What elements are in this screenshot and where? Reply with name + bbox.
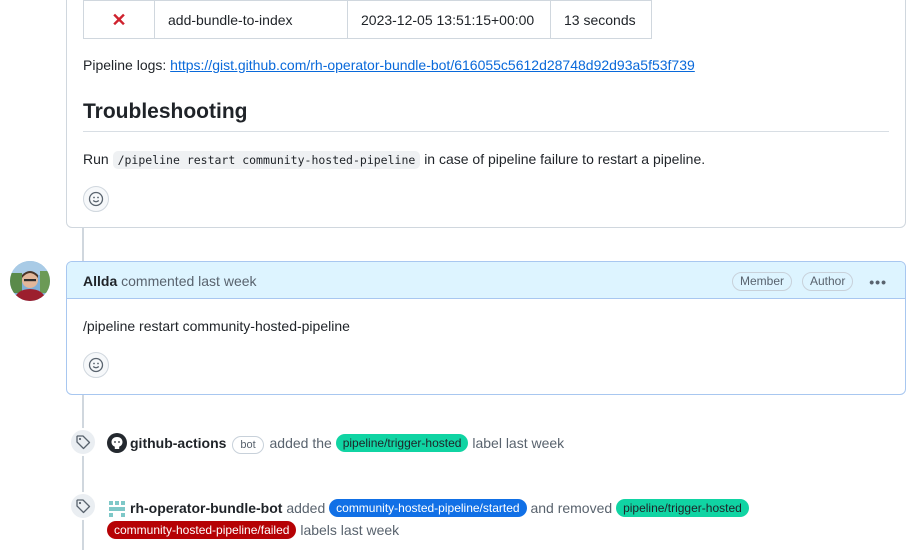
smiley-icon — [88, 357, 104, 373]
smiley-icon — [88, 191, 104, 207]
x-mark-icon: ✕ — [111, 9, 127, 30]
add-reaction-button[interactable] — [83, 186, 109, 212]
bot-badge: bot — [232, 436, 264, 454]
kebab-menu-icon[interactable]: ••• — [869, 274, 887, 290]
avatar[interactable] — [10, 261, 50, 301]
event-timestamp[interactable]: label last week — [472, 435, 564, 451]
member-badge: Member — [732, 272, 793, 291]
bundle-bot-avatar[interactable] — [107, 498, 127, 518]
label-community-hosted-pipeline-started[interactable]: community-hosted-pipeline/started — [329, 499, 527, 517]
author-badge: Author — [802, 272, 854, 291]
event-actor[interactable]: rh-operator-bundle-bot — [130, 500, 282, 516]
pipeline-logs-link[interactable]: https://gist.github.com/rh-operator-bund… — [170, 57, 695, 73]
pipeline-logs-line: Pipeline logs: https://gist.github.com/r… — [83, 57, 695, 73]
comment-header: Allda commented last week Member Author … — [67, 262, 905, 299]
start-time-cell: 2023-12-05 13:51:15+00:00 — [347, 0, 551, 39]
tag-icon — [69, 428, 97, 456]
task-name-cell: add-bundle-to-index — [154, 0, 348, 39]
comment-body: /pipeline restart community-hosted-pipel… — [83, 318, 350, 334]
pipeline-status-table: ✕ add-bundle-to-index 2023-12-05 13:51:1… — [83, 0, 652, 39]
github-actions-avatar[interactable] — [107, 433, 127, 453]
comment-timestamp[interactable]: commented last week — [121, 273, 256, 289]
event-timestamp[interactable]: labels last week — [300, 522, 399, 538]
pipeline-logs-label: Pipeline logs: — [83, 57, 167, 73]
label-pipeline-trigger-hosted[interactable]: pipeline/trigger-hosted — [616, 499, 749, 517]
label-event: rh-operator-bundle-bot added community-h… — [107, 497, 749, 541]
troubleshooting-text: Run /pipeline restart community-hosted-p… — [83, 151, 706, 169]
label-pipeline-trigger-hosted[interactable]: pipeline/trigger-hosted — [335, 434, 469, 452]
table-row: ✕ add-bundle-to-index 2023-12-05 13:51:1… — [83, 0, 652, 39]
tag-icon — [69, 492, 97, 520]
add-reaction-button[interactable] — [83, 352, 109, 378]
troubleshooting-heading: Troubleshooting — [83, 100, 248, 123]
duration-cell: 13 seconds — [550, 0, 652, 39]
restart-command-code: /pipeline restart community-hosted-pipel… — [112, 151, 421, 169]
label-community-hosted-pipeline-failed[interactable]: community-hosted-pipeline/failed — [107, 521, 297, 539]
comment-box: Allda commented last week Member Author … — [66, 261, 906, 395]
heading-divider — [83, 131, 889, 132]
author-name[interactable]: Allda — [83, 273, 117, 289]
event-actor[interactable]: github-actions — [130, 435, 226, 451]
label-event: github-actions bot added the pipeline/tr… — [107, 433, 564, 454]
comment-author-line: Allda commented last week — [83, 273, 257, 289]
